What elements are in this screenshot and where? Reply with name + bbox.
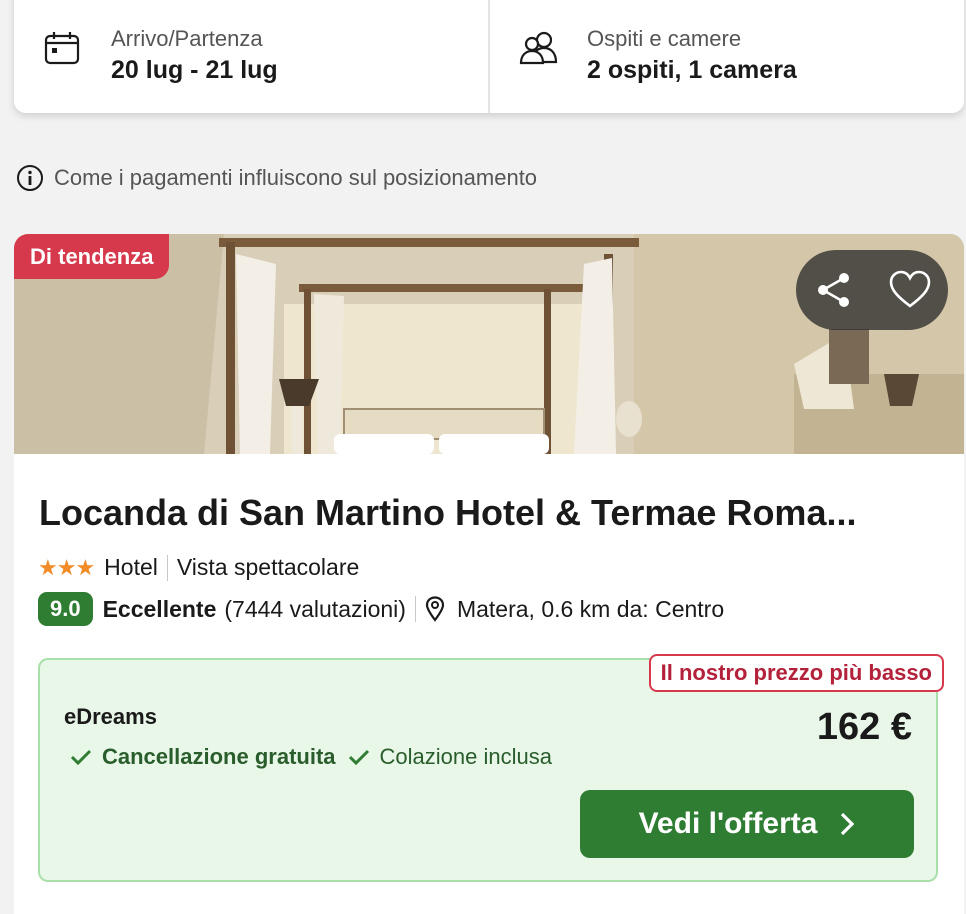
hotel-meta-row: ★★★ Hotel Vista spettacolare (38, 554, 359, 581)
calendar-icon (44, 31, 80, 70)
hotel-location[interactable]: Matera, 0.6 km da: Centro (457, 596, 724, 623)
rating-row: 9.0 Eccellente (7444 valutazioni) Matera… (38, 592, 724, 626)
view-offer-button[interactable]: Vedi l'offerta (580, 790, 914, 858)
perk-free-cancellation: Cancellazione gratuita (102, 744, 336, 769)
guests-value: 2 ospiti, 1 camera (587, 56, 797, 84)
ranking-info-link[interactable]: Come i pagamenti influiscono sul posizio… (16, 164, 537, 192)
view-offer-label: Vedi l'offerta (638, 807, 818, 840)
photo-actions (796, 250, 948, 330)
ranking-info-text: Come i pagamenti influiscono sul posizio… (54, 165, 538, 190)
hotel-name[interactable]: Locanda di San Martino Hotel & Termae Ro… (39, 492, 939, 534)
info-icon (17, 165, 43, 191)
lowest-price-tag: Il nostro prezzo più basso (648, 654, 944, 692)
guests-icon (518, 30, 560, 71)
share-button[interactable] (804, 260, 864, 320)
dates-label: Arrivo/Partenza (111, 26, 263, 51)
hotel-feature: Vista spettacolare (176, 554, 360, 580)
score-badge: 9.0 (38, 592, 93, 626)
offer-perks: Cancellazione gratuita Colazione inclusa (70, 744, 552, 770)
star-rating: ★★★ (38, 554, 95, 580)
location-pin-icon (425, 596, 445, 622)
guests-label: Ospiti e camere (587, 26, 742, 51)
trending-badge: Di tendenza (14, 234, 170, 279)
check-icon (70, 749, 92, 766)
offer-box[interactable]: Il nostro prezzo più basso eDreams 162 €… (38, 654, 944, 882)
reviews-count[interactable]: (7444 valutazioni) (224, 596, 406, 623)
chevron-right-icon (839, 811, 855, 837)
guests-selector[interactable]: Ospiti e camere 2 ospiti, 1 camera (490, 0, 964, 113)
dates-value: 20 lug - 21 lug (111, 56, 278, 84)
search-bar: Arrivo/Partenza 20 lug - 21 lug Ospiti e… (14, 0, 964, 113)
divider (414, 596, 416, 622)
offer-price: 162 € (816, 706, 912, 748)
perk-breakfast: Colazione inclusa (379, 744, 552, 769)
heart-icon (889, 270, 931, 308)
rating-label: Eccellente (102, 595, 217, 622)
offer-provider: eDreams (64, 704, 157, 729)
hotel-card[interactable]: Di tendenza Locanda di San Martino Hotel… (14, 234, 964, 914)
favorite-button[interactable] (880, 260, 940, 320)
share-icon (818, 273, 849, 307)
dates-selector[interactable]: Arrivo/Partenza 20 lug - 21 lug (14, 0, 490, 113)
check-icon (348, 749, 369, 766)
hotel-photo[interactable]: Di tendenza (14, 234, 964, 454)
hotel-type: Hotel (104, 554, 158, 580)
divider (166, 554, 168, 581)
